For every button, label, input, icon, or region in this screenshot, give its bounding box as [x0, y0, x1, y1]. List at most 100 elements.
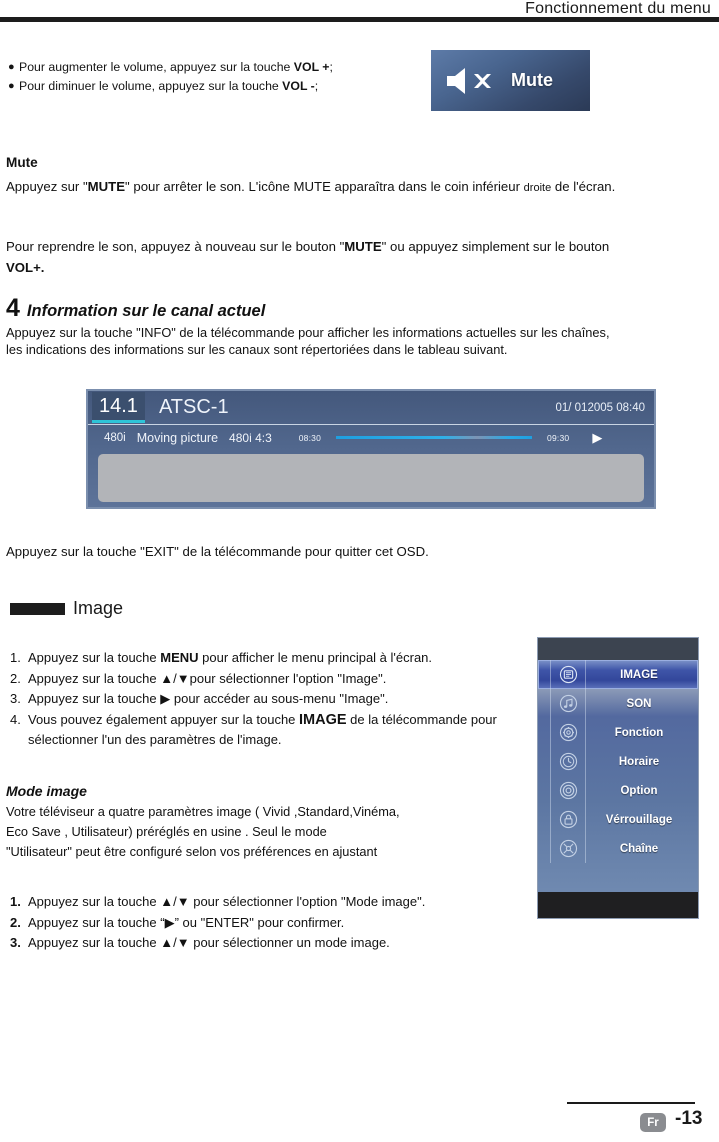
menu-item-option[interactable]: Option [538, 776, 698, 805]
list-item: 2. Appuyez sur la touche ▲/▼pour sélecti… [6, 669, 526, 690]
menu-item-label: Horaire [618, 755, 660, 768]
step-key: ▲/▼ [160, 670, 190, 686]
tv-menu-bottom-strip [538, 892, 698, 918]
osd-resolution: 480i [104, 431, 126, 444]
bullet-dot-icon: ● [8, 61, 15, 73]
mute-p2-key2: VOL+. [6, 260, 45, 275]
section-4-title: Information sur le canal actuel [26, 302, 266, 320]
bullet-key: VOL + [293, 60, 330, 74]
mute-p1-key: MUTE [87, 179, 126, 194]
gear-icon [550, 718, 586, 747]
menu-item-son[interactable]: SON [538, 689, 698, 718]
mode-image-heading: Mode image [6, 783, 87, 799]
list-item: ● Pour augmenter le volume, appuyez sur … [8, 58, 428, 77]
picture-icon [550, 660, 586, 689]
exit-osd-note: Appuyez sur la touche "EXIT" de la téléc… [6, 544, 429, 559]
target-circle-icon [550, 776, 586, 805]
step-key: ▶ [160, 691, 171, 706]
osd-channel-number: 14.1 [92, 392, 145, 423]
language-badge: Fr [640, 1113, 666, 1132]
step-text-b: pour sélectionner l'option "Mode image". [189, 894, 426, 909]
mute-graphic-label: Mute [511, 70, 553, 90]
menu-item-horaire[interactable]: Horaire [538, 747, 698, 776]
menu-item-chaine[interactable]: Chaîne [538, 834, 698, 863]
mode-image-line-2: Eco Save , Utilisateur) préréglés en usi… [6, 822, 528, 842]
step-text: Appuyez sur la touche ▲/▼pour sélectionn… [28, 669, 526, 690]
mute-p2-b: " ou appuyez simplement sur le bouton [381, 239, 610, 254]
menu-item-label: SON [626, 697, 652, 710]
mute-section-heading: Mute [6, 155, 38, 170]
bullet-key: VOL - [282, 79, 315, 93]
footer-divider-rule [567, 1102, 695, 1104]
bullet-text: Pour diminuer le volume, appuyez sur la … [19, 77, 318, 96]
mode-image-body: Votre téléviseur a quatre paramètres ima… [6, 802, 528, 862]
list-item: 1. Appuyez sur la touche ▲/▼ pour sélect… [6, 892, 526, 913]
osd-progress-bar [336, 436, 533, 439]
mute-p1-small: droite [523, 182, 552, 194]
channel-info-osd: 14.1 ATSC-1 01/ 012005 08:40 480i Moving… [86, 389, 656, 509]
menu-item-label: Option [620, 784, 658, 797]
section-4-body: Appuyez sur la touche "INFO" de la téléc… [6, 325, 610, 357]
menu-item-fonction[interactable]: Fonction [538, 718, 698, 747]
image-section-heading: Image [10, 598, 123, 619]
step-key: ▲/▼ [160, 894, 190, 909]
mute-section-paragraph-1: Appuyez sur "MUTE" pour arrêter le son. … [6, 176, 618, 199]
step-text: Appuyez sur la touche MENU pour afficher… [28, 648, 526, 669]
list-item: ● Pour diminuer le volume, appuyez sur l… [8, 77, 428, 96]
step-number: 3. [10, 935, 21, 950]
step-text: Vous pouvez également appuyer sur la tou… [28, 710, 526, 751]
menu-item-image[interactable]: IMAGE [538, 660, 698, 689]
step-text-a: Appuyez sur la touche [28, 650, 161, 665]
tv-menu-top-strip [538, 638, 698, 660]
osd-description-panel [98, 454, 644, 502]
step-number: 2. [10, 914, 21, 930]
step-number: 2. [10, 670, 21, 686]
mute-p2-key: MUTE [344, 239, 382, 254]
header-divider-rule [0, 17, 719, 22]
step-text: Appuyez sur la touche ▲/▼ pour sélection… [28, 892, 526, 913]
step-text-a: Appuyez sur la touche [28, 670, 161, 686]
osd-end-time: 09:30 [547, 432, 570, 443]
mute-p2-a: Pour reprendre le son, appuyez à nouveau… [6, 239, 345, 254]
clock-icon [550, 747, 586, 776]
menu-item-label: IMAGE [620, 668, 658, 681]
bullet-text-before: Pour diminuer le volume, appuyez sur la … [19, 79, 283, 93]
lock-icon [550, 805, 586, 834]
mode-image-line-3: "Utilisateur" peut être configuré selon … [6, 844, 378, 859]
step-number: 4. [10, 711, 21, 727]
step-text: Appuyez sur la touche ▶ pour accéder au … [28, 689, 526, 710]
image-steps-list: 1. Appuyez sur la touche MENU pour affic… [6, 648, 526, 751]
menu-item-verrouillage[interactable]: Vérrouillage [538, 805, 698, 834]
play-icon: ▶ [592, 430, 603, 445]
page-header-title: Fonctionnement du menu [525, 0, 711, 17]
step-text-b: pour accéder au sous-menu "Image". [170, 691, 389, 706]
step-text-b: pour afficher le menu principal à l'écra… [198, 650, 433, 665]
mute-p1-b: " pour arrêter le son. L'icône MUTE appa… [125, 179, 524, 194]
mode-image-line-1: Votre téléviseur a quatre paramètres ima… [6, 804, 400, 819]
osd-start-time: 08:30 [298, 432, 322, 443]
mute-osd-graphic: Mute [431, 50, 590, 111]
step-number: 1. [10, 650, 21, 665]
step-number: 1. [10, 894, 21, 909]
step-number: 3. [10, 691, 21, 706]
osd-program-title: Moving picture [136, 430, 219, 445]
bullet-dot-icon: ● [8, 80, 15, 92]
list-item: 3. Appuyez sur la touche ▶ pour accéder … [6, 689, 526, 710]
osd-network-name: ATSC-1 [158, 396, 229, 418]
list-item: 2. Appuyez sur la touche “▶” ou "ENTER" … [6, 913, 526, 934]
step-key: MENU [160, 650, 199, 665]
menu-item-label: Vérrouillage [605, 813, 673, 826]
section-4-heading: 4 Information sur le canal actuel [6, 296, 265, 321]
mute-p1-a: Appuyez sur " [6, 179, 88, 194]
page-number: -13 [675, 1108, 703, 1129]
section-marker-swatch [10, 602, 65, 615]
step-text-b: pour sélectionner l'option "Image". [189, 670, 387, 686]
tv-osd-menu-panel: IMAGE SON Fonction Horaire Option Vérrou… [537, 637, 699, 919]
speaker-mute-icon [431, 64, 511, 98]
menu-item-label: Fonction [614, 726, 664, 739]
list-item: 3. Appuyez sur la touche ▲/▼ pour sélect… [6, 933, 526, 954]
osd-top-row: 14.1 ATSC-1 01/ 012005 08:40 [88, 391, 654, 425]
osd-format: 480i 4:3 [229, 430, 272, 445]
menu-item-label: Chaîne [619, 842, 659, 855]
osd-datetime: 01/ 012005 08:40 [555, 401, 645, 414]
